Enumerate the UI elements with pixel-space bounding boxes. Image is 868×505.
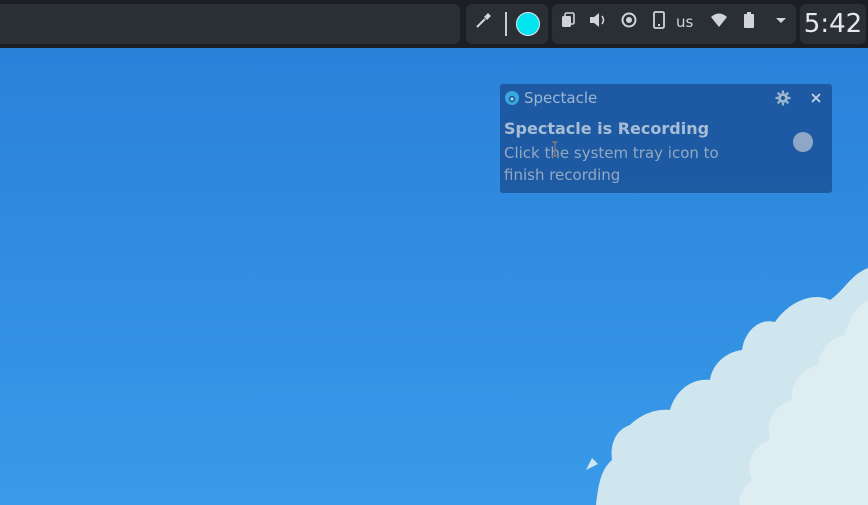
device-icon[interactable] xyxy=(649,10,669,30)
keyboard-layout-indicator[interactable]: us xyxy=(676,13,693,31)
task-manager-area[interactable] xyxy=(0,4,460,44)
notification-title: Spectacle is Recording xyxy=(504,119,710,138)
clock[interactable]: 5:42 xyxy=(800,5,866,43)
eyedropper-icon[interactable] xyxy=(474,10,494,30)
gear-icon[interactable] xyxy=(775,90,791,106)
chevron-down-icon[interactable] xyxy=(771,10,791,30)
wifi-icon[interactable] xyxy=(709,10,729,30)
notification-body: Click the system tray icon to finish rec… xyxy=(504,144,719,184)
recording-indicator xyxy=(793,132,813,152)
brightness-icon[interactable] xyxy=(619,10,639,30)
cloud-decoration xyxy=(586,268,868,505)
close-icon[interactable] xyxy=(808,90,824,106)
clipboard-icon[interactable] xyxy=(558,10,578,30)
desktop-wallpaper xyxy=(0,0,868,505)
battery-icon[interactable] xyxy=(739,10,759,30)
volume-icon[interactable] xyxy=(588,10,608,30)
notification-app-name: Spectacle xyxy=(524,89,598,107)
text-cursor-icon xyxy=(552,141,558,157)
spectacle-icon xyxy=(505,91,519,105)
picker-separator xyxy=(505,12,507,36)
picked-color-swatch[interactable] xyxy=(516,12,540,36)
notification-popup[interactable]: Spectacle Spectacle is Recording Click t… xyxy=(500,84,832,193)
